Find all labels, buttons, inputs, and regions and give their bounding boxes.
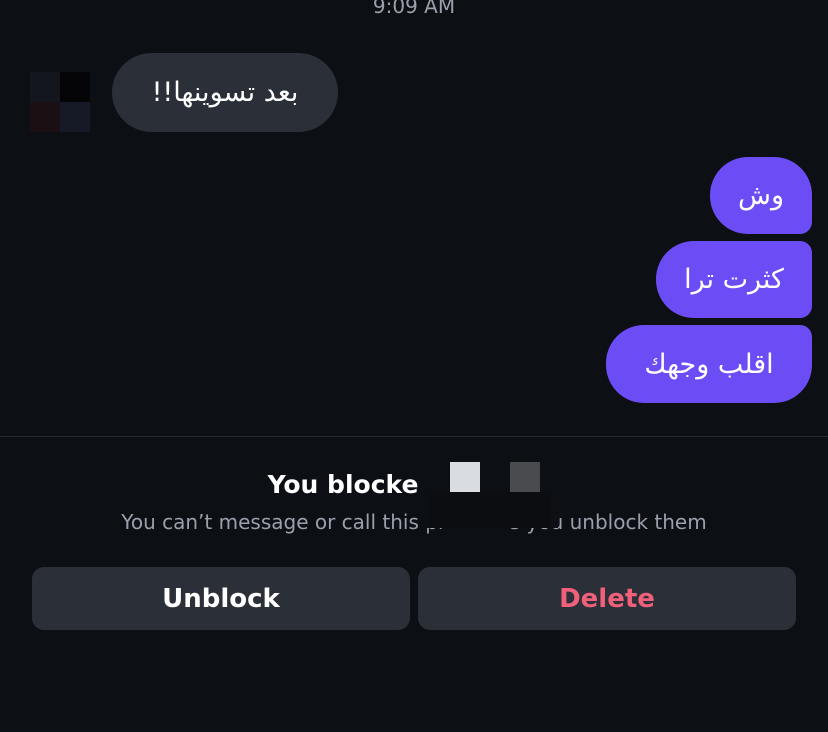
unblock-button[interactable]: Unblock bbox=[32, 567, 410, 630]
contact-avatar[interactable] bbox=[30, 72, 90, 132]
message-timestamp: 9:09 AM bbox=[372, 0, 456, 18]
redaction-block bbox=[430, 492, 550, 528]
outgoing-message-bubble[interactable]: كثرت ترا bbox=[656, 241, 812, 318]
chat-screen: 9:09 AM بعد تسوينها!! وش كثرت ترا اقلب و… bbox=[0, 0, 828, 732]
blocked-title: You blocke bbox=[267, 470, 419, 499]
outgoing-message-bubble[interactable]: وش bbox=[710, 157, 812, 234]
redaction-block bbox=[450, 462, 480, 492]
incoming-message-bubble[interactable]: بعد تسوينها!! bbox=[112, 53, 338, 132]
avatar-pixel bbox=[30, 102, 60, 132]
delete-button[interactable]: Delete bbox=[418, 567, 796, 630]
blocked-message: You can’t message or call this pr s you … bbox=[121, 510, 707, 534]
redaction-block bbox=[510, 462, 540, 492]
avatar-pixel bbox=[30, 72, 60, 102]
outgoing-message-bubble[interactable]: اقلب وجهك bbox=[606, 325, 812, 403]
avatar-pixel bbox=[60, 102, 90, 132]
avatar-pixel bbox=[60, 72, 90, 102]
divider bbox=[0, 436, 828, 437]
